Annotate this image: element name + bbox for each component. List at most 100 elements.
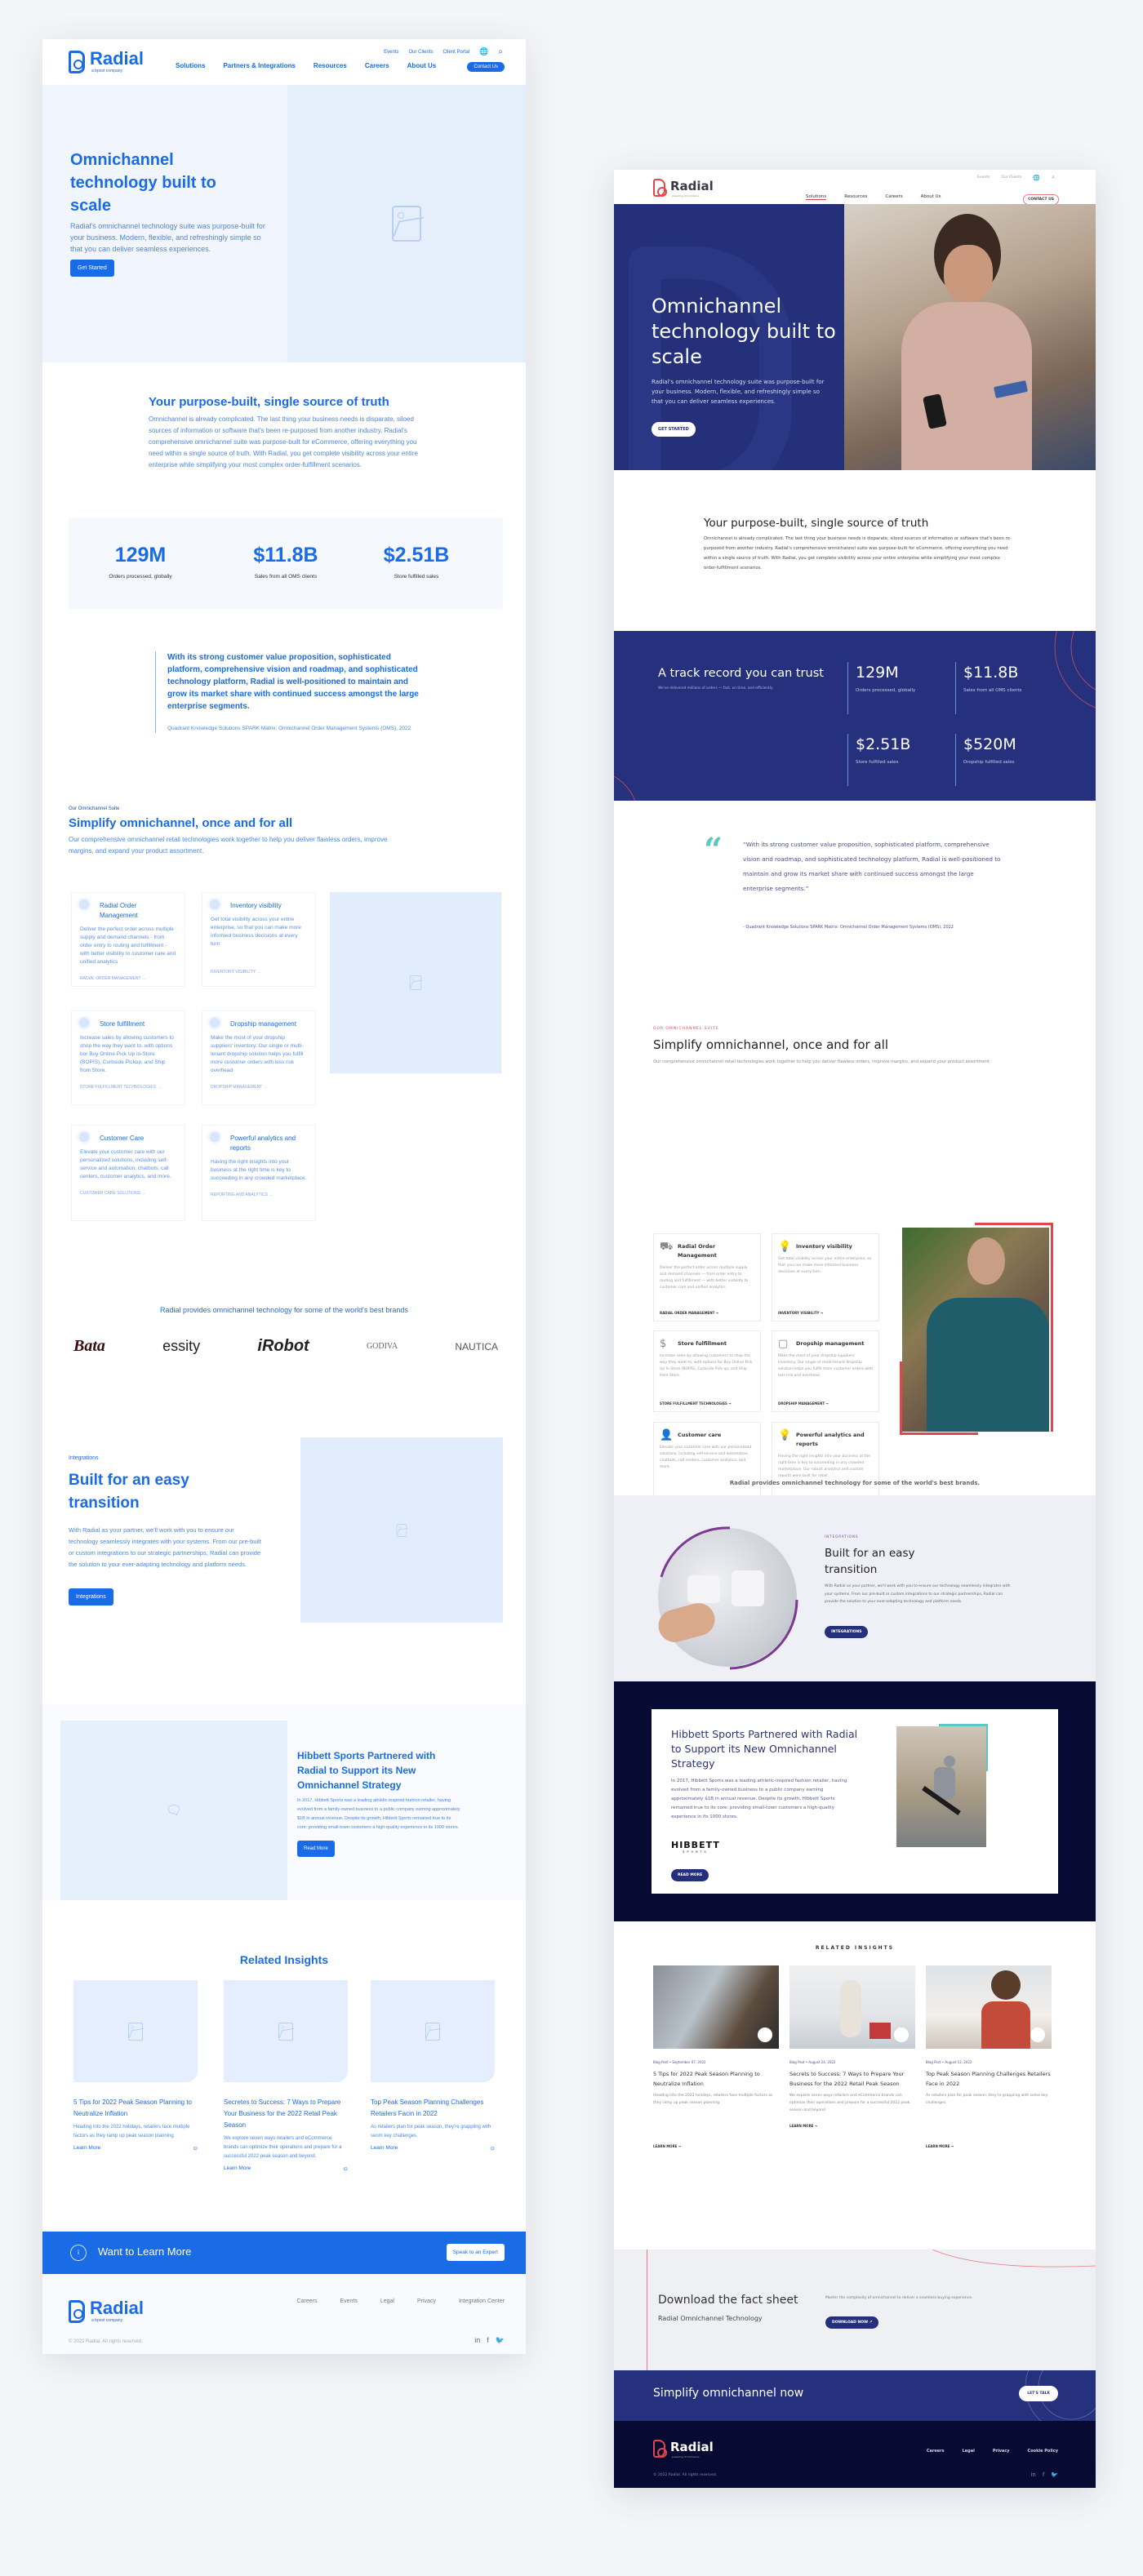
globe-icon[interactable]: 🌐	[479, 47, 488, 56]
nav-careers[interactable]: Careers	[365, 62, 389, 69]
footer-link[interactable]: Legal	[963, 2449, 975, 2454]
suite-card[interactable]: Store fulfillment Increase sales by allow…	[71, 1010, 185, 1105]
globe-icon	[210, 1132, 220, 1142]
lets-talk-button[interactable]: LET'S TALK	[1019, 2386, 1058, 2401]
insight-card[interactable]: Blog Post • September 07, 2022 5 Tips fo…	[653, 1965, 779, 2148]
insight-title[interactable]: 5 Tips for 2022 Peak Season Planning to …	[73, 2097, 198, 2120]
nav-solutions[interactable]: Solutions	[806, 194, 827, 200]
get-started-button[interactable]: Get Started	[70, 260, 114, 277]
read-more-button[interactable]: READ MORE	[671, 1869, 709, 1881]
insight-body: As retailers plan for peak season, they'…	[926, 2094, 1048, 2105]
insight-card[interactable]: 5 Tips for 2022 Peak Season Planning to …	[73, 1980, 198, 2152]
suite-card[interactable]: ▢ Dropship management Make the most of you…	[772, 1330, 879, 1412]
ds-logo[interactable]: Radial powering d'commerce	[653, 178, 714, 198]
insight-card[interactable]: Blog Post • August 12, 2022 Top Peak Sea…	[926, 1965, 1052, 2148]
insight-title[interactable]: Secrets to Success: 7 Ways to Prepare Yo…	[789, 2069, 915, 2089]
insight-card[interactable]: Secretes to Success: 7 Ways to Prepare Y…	[224, 1980, 348, 2172]
insight-card[interactable]: Top Peak Season Planning Challenges Reta…	[371, 1980, 495, 2152]
suite-card[interactable]: Customer Care Elevate your customer care …	[71, 1125, 185, 1221]
util-link-portal[interactable]: Client Portal	[443, 50, 469, 55]
chat-icon[interactable]	[894, 2027, 909, 2042]
wf-footer: Radial a bpost company Careers Events Leg…	[42, 2274, 526, 2354]
twitter-icon[interactable]: 🐦	[496, 2336, 505, 2345]
footer-logo[interactable]: Radial powering d'commerce	[653, 2439, 714, 2458]
suite-card[interactable]: Dropship management Make the most of your…	[202, 1010, 316, 1105]
search-icon[interactable]: ⌕	[1052, 174, 1055, 181]
integrations-body: With Radial as your partner, we'll work …	[69, 1526, 261, 1568]
card-link[interactable]: RADIAL ORDER MANAGEMENT →	[660, 1311, 718, 1315]
chat-icon[interactable]	[758, 2027, 772, 2042]
insight-title[interactable]: 5 Tips for 2022 Peak Season Planning to …	[653, 2069, 779, 2089]
suite-card[interactable]: Inventory visibility Get total visibility…	[202, 892, 316, 987]
integrations-button[interactable]: INTEGRATIONS	[825, 1625, 869, 1638]
brands-title: Radial provides omnichannel technology f…	[729, 1480, 981, 1486]
wf-utility-nav: Events Our Clients Client Portal 🌐 ⌕	[384, 47, 503, 56]
insights-title: RELATED INSIGHTS	[815, 1945, 895, 1951]
nav-about[interactable]: About Us	[407, 62, 437, 69]
util-link-clients[interactable]: Our Clients	[408, 50, 433, 55]
photo-gift	[869, 2023, 891, 2039]
insight-card[interactable]: Blog Post • August 24, 2022 Secrets to S…	[789, 1965, 915, 2128]
card-link[interactable]: STORE FULFILLMENT TECHNOLOGIES →	[660, 1401, 732, 1406]
nav-resources[interactable]: Resources	[844, 194, 867, 200]
footer-link[interactable]: Privacy	[993, 2449, 1010, 2454]
util-link-events[interactable]: Events	[384, 50, 398, 55]
integrations-button[interactable]: Integrations	[69, 1588, 113, 1606]
linkedin-icon[interactable]: in	[1030, 2472, 1035, 2478]
insight-title[interactable]: Top Peak Season Planning Challenges Reta…	[371, 2097, 495, 2120]
nav-about[interactable]: About Us	[921, 194, 941, 200]
footer-link[interactable]: Events	[340, 2298, 357, 2304]
learn-more-link[interactable]: Learn More	[224, 2165, 251, 2172]
learn-more-link[interactable]: Learn More	[73, 2145, 100, 2152]
learn-more-link[interactable]: LEARN MORE →	[926, 2144, 1052, 2148]
util-link-clients[interactable]: Our Clients	[1001, 175, 1021, 180]
learn-more-link[interactable]: LEARN MORE →	[653, 2144, 779, 2148]
truth-section: Your purpose-built, single source of tru…	[42, 395, 526, 471]
footer-logo[interactable]: Radial a bpost company	[69, 2299, 144, 2323]
linkedin-icon[interactable]: in	[474, 2336, 480, 2345]
nav-resources[interactable]: Resources	[314, 62, 347, 69]
card-link[interactable]: INVENTORY VISIBILITY →	[778, 1311, 823, 1315]
footer-link[interactable]: Legal	[380, 2298, 394, 2304]
suite-card[interactable]: 💡 Inventory visibility Get total visibilit…	[772, 1233, 879, 1321]
download-now-button[interactable]: DOWNLOAD NOW ↗	[825, 2316, 879, 2329]
arrow-circle-icon[interactable]: ⊙	[193, 2145, 198, 2152]
purple-arc	[660, 1526, 798, 1670]
case-study-card: Hibbett Sports Partnered with Radial to …	[652, 1709, 1058, 1894]
card-link[interactable]: DROPSHIP MANAGEMENT →	[778, 1401, 829, 1406]
chat-icon[interactable]	[1030, 2027, 1045, 2042]
suite-card[interactable]: Powerful analytics and reports Having the…	[202, 1125, 316, 1221]
footer-link[interactable]: Privacy	[417, 2298, 436, 2304]
util-link-events[interactable]: Events	[977, 175, 990, 180]
search-icon[interactable]: ⌕	[498, 47, 503, 56]
nav-solutions[interactable]: Solutions	[176, 62, 205, 69]
learn-more-link[interactable]: Learn More	[371, 2145, 398, 2152]
speak-to-expert-button[interactable]: Speak to an Expert	[446, 2244, 505, 2261]
facebook-icon[interactable]: f	[1043, 2472, 1044, 2478]
footer-link[interactable]: Careers	[297, 2298, 318, 2304]
footer-link[interactable]: Cookie Policy	[1028, 2449, 1058, 2454]
suite-card[interactable]: ⛟ Radial Order Management Deliver the perf…	[653, 1233, 761, 1321]
read-more-button[interactable]: Read More	[297, 1841, 335, 1857]
footer-link[interactable]: Integration Center	[459, 2298, 505, 2304]
footer-link[interactable]: Careers	[927, 2449, 945, 2454]
learn-more-link[interactable]: LEARN MORE →	[789, 2124, 915, 2128]
insight-title[interactable]: Top Peak Season Planning Challenges Reta…	[926, 2069, 1052, 2089]
twitter-icon[interactable]: 🐦	[1051, 2472, 1058, 2478]
nav-careers[interactable]: Careers	[885, 194, 902, 200]
nav-partners[interactable]: Partners & Integrations	[223, 62, 295, 69]
suite-card[interactable]: $ Store fulfillment Increase sales by allo…	[653, 1330, 761, 1412]
truth-section: Your purpose-built, single source of tru…	[704, 517, 1014, 573]
brand-logo: iRobot	[257, 1337, 309, 1355]
arrow-circle-icon[interactable]: ⊙	[344, 2165, 348, 2172]
insight-title[interactable]: Secretes to Success: 7 Ways to Prepare Y…	[224, 2097, 348, 2131]
wf-logo[interactable]: Radial a bpost company	[69, 50, 144, 73]
insight-image-placeholder	[371, 1980, 495, 2082]
facebook-icon[interactable]: f	[487, 2336, 489, 2345]
globe-icon[interactable]: 🌐	[1033, 175, 1040, 181]
contact-us-button[interactable]: Contact Us	[467, 62, 505, 72]
arrow-circle-icon[interactable]: ⊙	[491, 2145, 495, 2152]
suite-card[interactable]: Radial Order Management Deliver the perfe…	[71, 892, 185, 987]
get-started-button[interactable]: GET STARTED	[652, 422, 696, 437]
factsheet-subtitle: Radial Omnichannel Technology	[658, 2315, 763, 2322]
